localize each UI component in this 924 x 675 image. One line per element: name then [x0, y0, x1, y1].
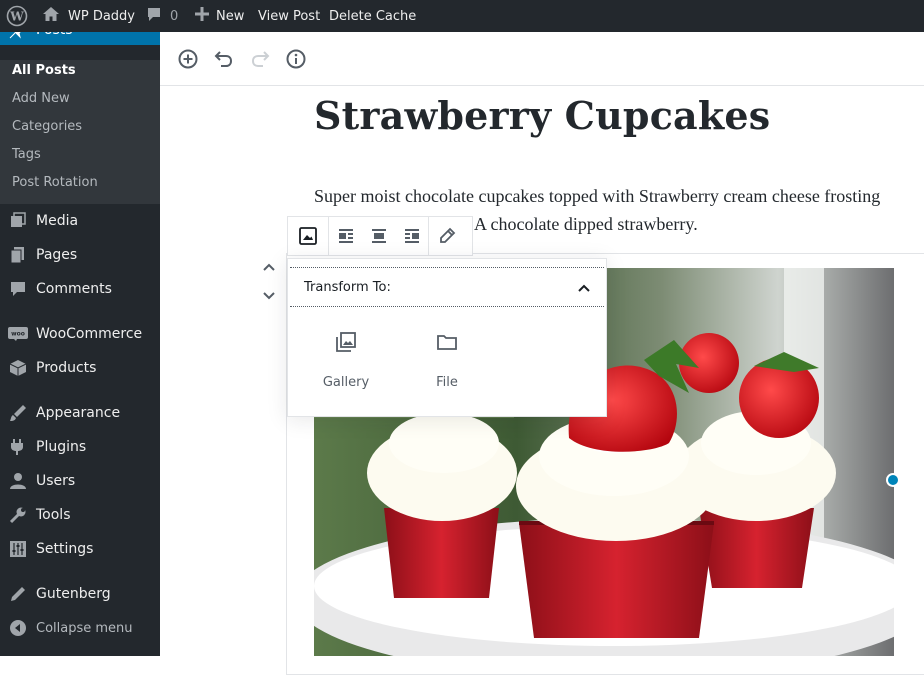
sidebar-item-gutenberg[interactable]: Gutenberg	[0, 577, 160, 611]
woocommerce-icon: woo	[0, 327, 36, 341]
products-icon	[0, 359, 36, 377]
gallery-icon	[306, 331, 386, 363]
appearance-icon	[0, 404, 36, 422]
chevron-up-icon[interactable]	[576, 280, 592, 300]
align-right-icon[interactable]	[395, 217, 428, 255]
submenu-post-rotation[interactable]: Post Rotation	[12, 175, 98, 190]
view-post-link[interactable]: View Post	[258, 0, 320, 32]
sidebar-item-label: Media	[36, 213, 79, 229]
transform-heading: Transform To:	[304, 279, 391, 295]
delete-cache-link[interactable]: Delete Cache	[329, 0, 416, 32]
sidebar-item-woocommerce[interactable]: woo WooCommerce	[0, 317, 160, 351]
submenu-tags[interactable]: Tags	[12, 147, 41, 162]
delete-cache-label: Delete Cache	[329, 8, 417, 24]
pages-icon	[0, 246, 36, 264]
site-name: WP Daddy	[68, 8, 135, 24]
edit-pencil-icon[interactable]	[429, 217, 465, 255]
sidebar-item-label: Products	[36, 360, 97, 376]
sidebar-item-label: Tools	[36, 507, 71, 523]
transform-option-gallery[interactable]: Gallery	[306, 331, 386, 390]
gallery-label: Gallery	[322, 375, 370, 390]
sidebar-item-label: Comments	[36, 281, 112, 297]
sidebar-item-comments[interactable]: Comments	[0, 272, 160, 306]
move-up-icon[interactable]	[260, 258, 278, 276]
transform-option-file[interactable]: File	[407, 331, 487, 390]
sidebar-item-tools[interactable]: Tools	[0, 498, 160, 532]
sidebar-item-label: WooCommerce	[36, 326, 143, 342]
sidebar-item-products[interactable]: Products	[0, 351, 160, 385]
comments-count: 0	[170, 8, 179, 24]
svg-text:woo: woo	[11, 331, 25, 338]
sidebar-item-label: Pages	[36, 247, 78, 263]
submenu-add-new[interactable]: Add New	[12, 91, 70, 106]
sidebar-item-settings[interactable]: Settings	[0, 532, 160, 566]
info-icon[interactable]	[285, 48, 307, 70]
sidebar-item-label: Gutenberg	[36, 586, 111, 602]
add-block-icon[interactable]	[177, 48, 199, 70]
image-block-icon[interactable]	[288, 217, 328, 255]
users-icon	[0, 472, 36, 490]
file-label: File	[436, 375, 458, 390]
admin-bar: W WP Daddy 0 New View Post Delete Cache	[0, 0, 924, 32]
sidebar-item-plugins[interactable]: Plugins	[0, 430, 160, 464]
view-post-label: View Post	[258, 8, 321, 24]
sidebar-item-label: Appearance	[36, 405, 121, 421]
sidebar-item-appearance[interactable]: Appearance	[0, 396, 160, 430]
collapse-menu-button[interactable]: Collapse menu	[0, 611, 160, 645]
align-center-icon[interactable]	[362, 217, 395, 255]
svg-text:W: W	[9, 10, 24, 24]
admin-sidebar: Posts All Posts Add New Categories Tags …	[0, 15, 160, 656]
post-title[interactable]: Strawberry Cupcakes	[314, 93, 770, 138]
plus-icon	[195, 7, 209, 25]
comment-bubble-icon	[146, 6, 162, 26]
gutenberg-icon	[0, 585, 36, 603]
media-icon	[0, 212, 36, 230]
sidebar-item-label: Settings	[36, 541, 94, 557]
sidebar-item-pages[interactable]: Pages	[0, 238, 160, 272]
sidebar-item-label: Users	[36, 473, 76, 489]
new-content-link[interactable]: New	[195, 0, 244, 32]
submenu-all-posts[interactable]: All Posts	[12, 63, 76, 78]
resize-handle[interactable]	[886, 473, 900, 487]
comments-link[interactable]: 0	[146, 0, 178, 32]
redo-icon[interactable]	[249, 48, 271, 70]
transform-popover: Transform To: Gallery File	[287, 258, 607, 417]
transform-header[interactable]: Transform To:	[290, 267, 604, 307]
comments-icon	[0, 280, 36, 298]
editor-toolbar	[160, 32, 924, 86]
settings-icon	[0, 540, 36, 558]
collapse-icon	[0, 619, 36, 637]
home-icon	[42, 6, 60, 26]
plugins-icon	[0, 438, 36, 456]
move-down-icon[interactable]	[260, 286, 278, 304]
sidebar-item-label: Plugins	[36, 439, 87, 455]
new-label: New	[216, 8, 245, 24]
posts-submenu: All Posts Add New Categories Tags Post R…	[0, 60, 160, 204]
folder-icon	[407, 331, 487, 363]
submenu-categories[interactable]: Categories	[12, 119, 82, 134]
wp-logo-icon[interactable]: W	[6, 0, 28, 32]
site-name-link[interactable]: WP Daddy	[42, 0, 135, 32]
sidebar-item-label: Collapse menu	[36, 620, 133, 636]
undo-icon[interactable]	[213, 48, 235, 70]
tools-icon	[0, 506, 36, 524]
sidebar-item-media[interactable]: Media	[0, 204, 160, 238]
align-left-icon[interactable]	[329, 217, 362, 255]
block-toolbar	[287, 216, 473, 256]
sidebar-item-users[interactable]: Users	[0, 464, 160, 498]
